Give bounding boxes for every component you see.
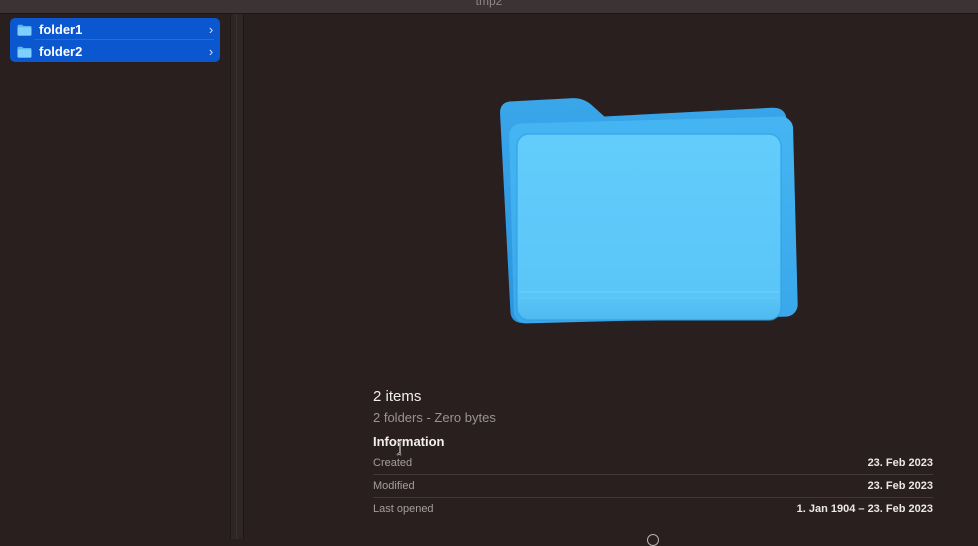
- items-count: 2 items: [373, 388, 422, 405]
- folder-icon: [17, 23, 32, 36]
- meta-row-created: Created 23. Feb 2023: [373, 452, 933, 475]
- list-item-folder2[interactable]: folder2 ›: [10, 40, 220, 62]
- divider-line: [236, 14, 237, 539]
- information-heading: Information: [373, 434, 445, 449]
- title-bar: tmp2: [0, 0, 978, 14]
- meta-row-last-opened: Last opened 1. Jan 1904 – 23. Feb 2023: [373, 498, 933, 520]
- preview-pane: 2 items 2 folders - Zero bytes Informati…: [244, 14, 978, 546]
- column-resize-handle[interactable]: [230, 14, 244, 539]
- more-button[interactable]: [647, 534, 659, 546]
- large-folder-icon: [497, 76, 813, 332]
- meta-value: 23. Feb 2023: [867, 480, 933, 492]
- items-detail: 2 folders - Zero bytes: [373, 410, 496, 425]
- list-item-label: folder2: [39, 43, 83, 59]
- chevron-right-icon: ›: [208, 21, 214, 37]
- list-item-folder1[interactable]: folder1 ›: [10, 18, 220, 40]
- list-item-label: folder1: [39, 21, 83, 37]
- info-panel: 2 items 2 folders - Zero bytes Informati…: [373, 388, 933, 520]
- meta-row-modified: Modified 23. Feb 2023: [373, 475, 933, 498]
- window-title: tmp2: [475, 0, 503, 8]
- meta-value: 1. Jan 1904 – 23. Feb 2023: [796, 503, 933, 515]
- folder-icon: [17, 45, 32, 58]
- chevron-right-icon: ›: [208, 43, 214, 59]
- column-list: folder1 › folder2 ›: [0, 14, 230, 539]
- meta-key: Created: [373, 457, 413, 469]
- text-cursor-icon: [394, 440, 406, 456]
- meta-key: Last opened: [373, 503, 434, 515]
- meta-value: 23. Feb 2023: [867, 457, 933, 469]
- meta-key: Modified: [373, 480, 415, 492]
